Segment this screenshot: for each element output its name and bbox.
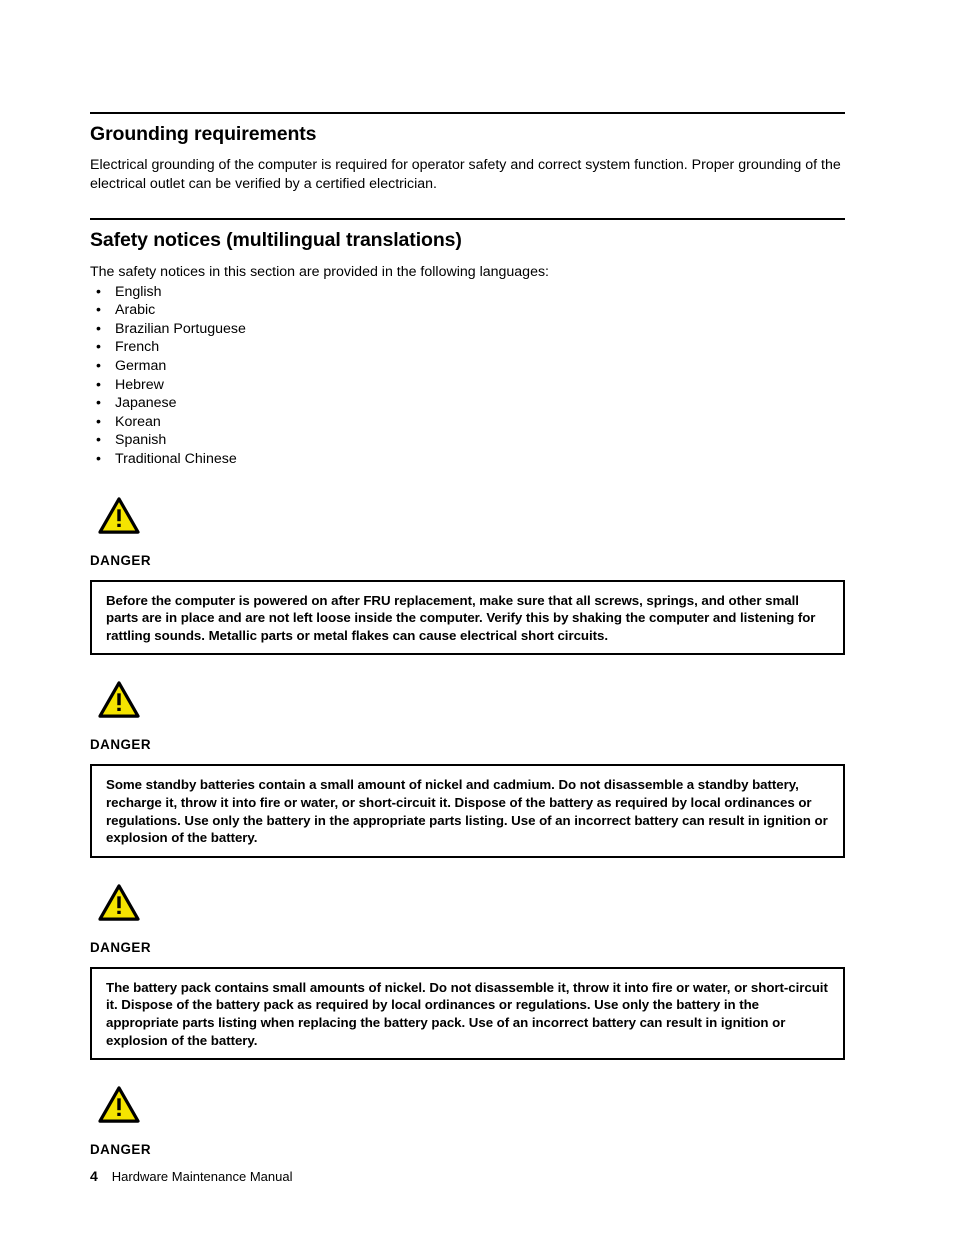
bullet-icon: • — [96, 432, 101, 449]
list-item: • English — [90, 283, 845, 302]
list-item-label: Traditional Chinese — [115, 450, 237, 467]
page-number: 4 — [90, 1168, 98, 1184]
danger-notice-2: DANGER Some standby batteries contain a … — [90, 681, 845, 858]
section-grounding-requirements: Grounding requirements Electrical ground… — [90, 112, 845, 194]
danger-label: DANGER — [90, 737, 152, 753]
page-content: Grounding requirements Electrical ground… — [90, 112, 845, 1157]
list-item: • Japanese — [90, 394, 845, 413]
list-item: • Arabic — [90, 301, 845, 320]
bullet-icon: • — [96, 376, 101, 393]
list-item: • German — [90, 357, 845, 376]
list-item: • Spanish — [90, 431, 845, 450]
danger-label: DANGER — [90, 1142, 152, 1158]
warning-triangle-icon — [98, 884, 140, 921]
list-item: • French — [90, 338, 845, 357]
document-title: Hardware Maintenance Manual — [111, 1169, 293, 1184]
list-item-label: Hebrew — [115, 376, 164, 393]
document-page: Grounding requirements Electrical ground… — [0, 0, 954, 1235]
page-title: Grounding requirements — [90, 123, 317, 145]
safety-notices-heading: Safety notices (multilingual translation… — [90, 228, 462, 251]
list-item-label: English — [115, 283, 162, 300]
danger-notice-1: DANGER Before the computer is powered on… — [90, 496, 845, 656]
section-divider-rule — [90, 217, 845, 220]
list-item-label: Korean — [115, 413, 161, 430]
list-item-label: German — [115, 358, 167, 374]
bullet-icon: • — [96, 302, 101, 319]
danger-box: Before the computer is powered on after … — [90, 579, 845, 656]
list-item-label: Arabic — [115, 302, 156, 319]
safety-notices-intro: The safety notices in this section are p… — [90, 264, 550, 281]
danger-box: Some standby batteries contain a small a… — [90, 764, 845, 858]
danger-box-text: Some standby batteries contain a small a… — [106, 777, 828, 846]
danger-notice-4: DANGER — [90, 1086, 845, 1157]
list-item: • Hebrew — [90, 376, 845, 395]
danger-box: The battery pack contains small amounts … — [90, 966, 845, 1061]
list-item: • Brazilian Portuguese — [90, 320, 845, 339]
warning-triangle-icon — [98, 681, 140, 719]
bullet-icon: • — [96, 395, 101, 412]
list-item-label: Spanish — [115, 432, 167, 449]
language-list: • English • Arabic • Brazilian Portugues… — [90, 283, 845, 469]
danger-box-text: Before the computer is powered on after … — [106, 592, 816, 643]
list-item-label: French — [115, 339, 160, 356]
grounding-paragraph: Electrical grounding of the computer is … — [90, 157, 841, 193]
list-item: • Korean — [90, 413, 845, 432]
bullet-icon: • — [96, 413, 101, 430]
section-divider-rule — [90, 112, 845, 114]
list-item-label: Japanese — [115, 395, 177, 412]
bullet-icon: • — [96, 450, 101, 467]
bullet-icon: • — [96, 283, 101, 300]
danger-notice-3: DANGER The battery pack contains small a… — [90, 884, 845, 1061]
page-footer: 4 Hardware Maintenance Manual — [90, 1168, 292, 1184]
warning-triangle-icon — [98, 1086, 140, 1123]
list-item: • Traditional Chinese — [90, 450, 845, 469]
bullet-icon: • — [96, 320, 101, 337]
danger-label: DANGER — [90, 552, 152, 568]
bullet-icon: • — [96, 358, 101, 374]
danger-label: DANGER — [90, 939, 152, 955]
section-safety-notices: Safety notices (multilingual translation… — [90, 217, 845, 469]
bullet-icon: • — [96, 339, 101, 356]
list-item-label: Brazilian Portuguese — [115, 320, 246, 337]
danger-box-text: The battery pack contains small amounts … — [106, 979, 828, 1048]
warning-triangle-icon — [98, 496, 140, 534]
